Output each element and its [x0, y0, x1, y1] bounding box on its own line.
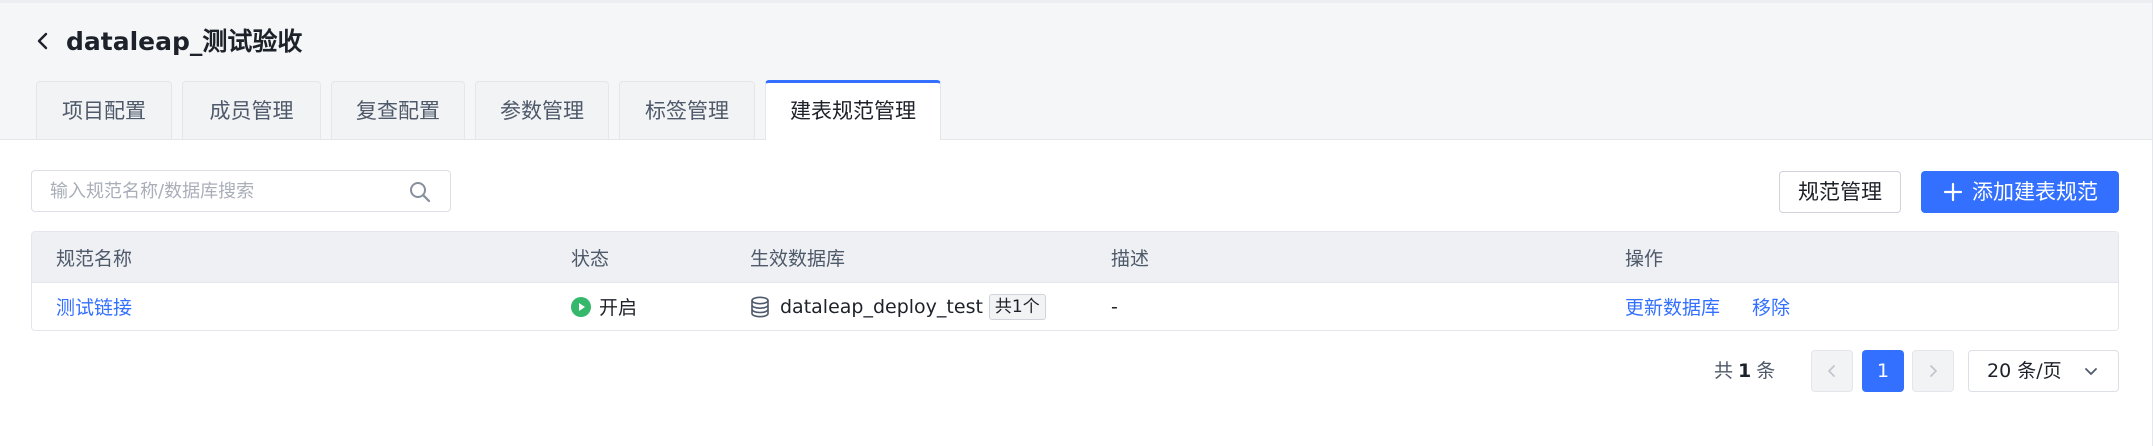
spec-name-link[interactable]: 测试链接	[56, 283, 132, 330]
page-title: dataleap_测试验收	[66, 27, 303, 56]
chevron-right-icon	[1930, 365, 1937, 377]
tab-review-config[interactable]: 复查配置	[331, 81, 465, 139]
page-size-value: 20 条/页	[1987, 360, 2062, 382]
total-prefix: 共	[1714, 360, 1734, 382]
top-divider	[0, 0, 2153, 3]
plus-icon	[1943, 182, 1963, 202]
chevron-down-icon	[2085, 368, 2097, 375]
tab-table-spec-manage[interactable]: 建表规范管理	[765, 80, 941, 141]
database-count-tag[interactable]: 共1个	[988, 293, 1046, 320]
chevron-left-icon	[1828, 365, 1835, 377]
database-icon	[751, 295, 769, 318]
search-box	[31, 170, 451, 212]
remove-link[interactable]: 移除	[1752, 283, 1790, 330]
pagination-total: 共1条	[1714, 356, 1775, 386]
column-header-status: 状态	[571, 247, 610, 270]
chevron-left-icon[interactable]	[28, 26, 58, 56]
database-cell: dataleap_deploy_test 共1个	[750, 283, 1046, 330]
total-suffix: 条	[1756, 360, 1776, 382]
description-cell: -	[1111, 295, 1118, 318]
page-number-current[interactable]: 1	[1862, 350, 1904, 392]
column-header-description: 描述	[1111, 247, 1150, 270]
column-header-database: 生效数据库	[750, 247, 846, 270]
database-name: dataleap_deploy_test	[780, 295, 983, 318]
table-header: 规范名称 状态 生效数据库 描述 操作	[32, 232, 2118, 282]
tab-member-manage[interactable]: 成员管理	[182, 81, 321, 139]
table-row: 测试链接 开启 dataleap_deploy_test 共1个 - 更新数据库…	[32, 282, 2118, 330]
add-table-spec-label: 添加建表规范	[1972, 180, 2098, 204]
total-count: 1	[1738, 360, 1752, 382]
tab-project-config[interactable]: 项目配置	[36, 81, 172, 139]
search-input[interactable]	[50, 171, 410, 211]
next-page-button[interactable]	[1912, 350, 1954, 392]
spec-table: 规范名称 状态 生效数据库 描述 操作 测试链接 开启 dataleap_dep…	[31, 231, 2119, 331]
status-text: 开启	[599, 297, 638, 319]
add-table-spec-button[interactable]: 添加建表规范	[1921, 171, 2119, 213]
play-circle-icon	[571, 296, 591, 317]
prev-page-button[interactable]	[1811, 350, 1853, 392]
column-header-actions: 操作	[1625, 247, 1664, 270]
page-size-select[interactable]: 20 条/页	[1968, 350, 2119, 392]
update-database-link[interactable]: 更新数据库	[1625, 283, 1720, 330]
tab-param-manage[interactable]: 参数管理	[475, 81, 609, 139]
tab-bar: 项目配置 成员管理 复查配置 参数管理 标签管理 建表规范管理	[36, 80, 951, 141]
page-header: dataleap_测试验收 项目配置 成员管理 复查配置 参数管理 标签管理 建…	[0, 0, 2153, 141]
search-icon[interactable]	[408, 180, 432, 204]
status-cell: 开启	[571, 283, 637, 330]
tab-tag-manage[interactable]: 标签管理	[619, 81, 755, 139]
column-header-name: 规范名称	[56, 247, 133, 270]
spec-manage-button[interactable]: 规范管理	[1779, 171, 1901, 213]
